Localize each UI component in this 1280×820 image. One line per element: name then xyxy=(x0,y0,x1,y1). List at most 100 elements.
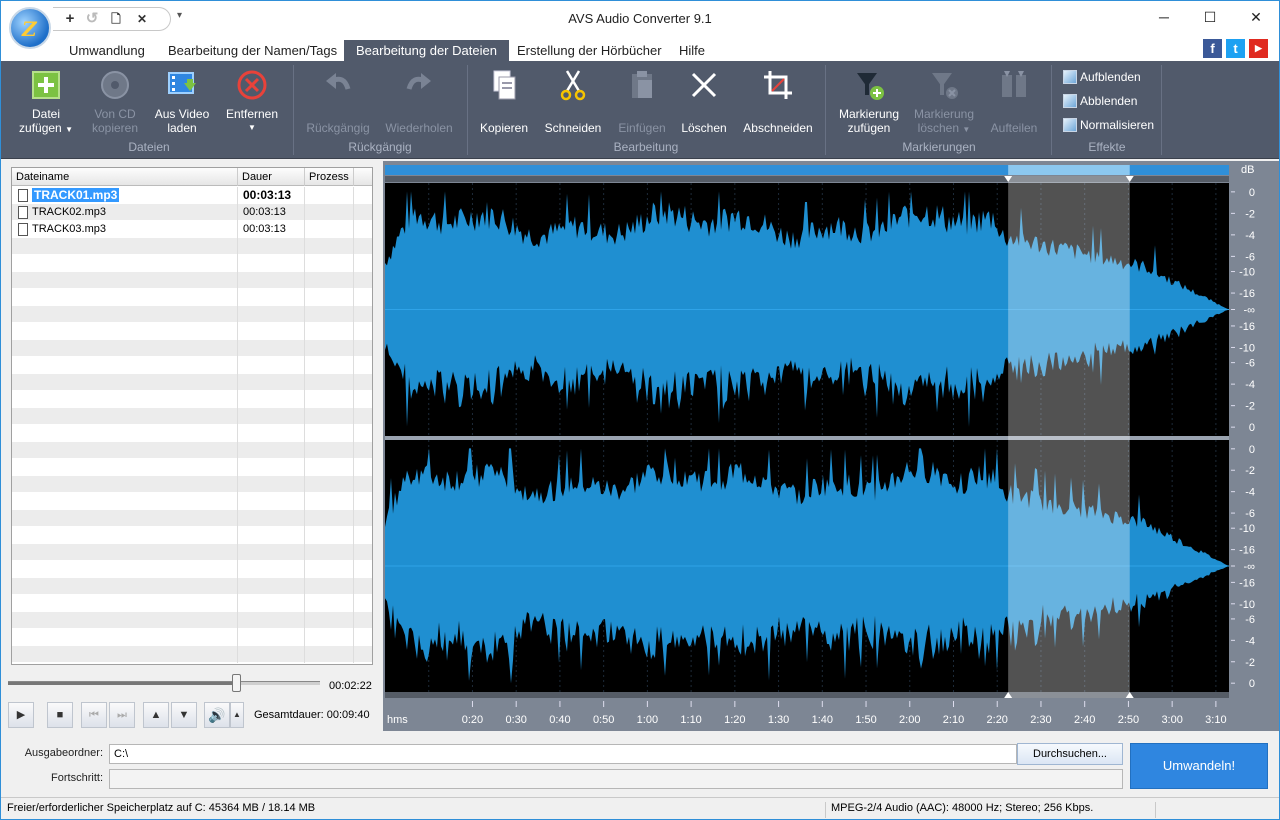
duration-cell: 00:03:13 xyxy=(238,221,305,238)
next-button[interactable]: ⏭ xyxy=(109,702,135,728)
time-tick-label: 3:10 xyxy=(1205,714,1226,726)
ribbon-separator xyxy=(293,65,294,155)
rueckgaengig-button[interactable]: Rückgängig xyxy=(303,69,373,135)
app-logo[interactable]: Z xyxy=(9,7,51,49)
table-row[interactable] xyxy=(12,544,372,561)
wiederholen-button[interactable]: Wiederholen xyxy=(381,69,457,135)
table-row[interactable] xyxy=(12,323,372,340)
table-row[interactable] xyxy=(12,425,372,442)
table-row[interactable]: TRACK01.mp3 00:03:13 xyxy=(12,187,372,204)
seek-slider[interactable] xyxy=(8,674,320,692)
markierung-loeschen-button[interactable]: Markierung löschen ▼ xyxy=(909,69,979,137)
column-header-progress[interactable]: Prozess xyxy=(305,168,354,186)
ribbon-separator xyxy=(467,65,468,155)
db-tick-label: 0 xyxy=(1249,678,1255,690)
datei-zufuegen-button[interactable]: Datei zufügen ▼ xyxy=(13,69,79,137)
fade-in-icon xyxy=(1063,70,1077,84)
table-row[interactable]: TRACK03.mp3 00:03:13 xyxy=(12,221,372,238)
table-row[interactable] xyxy=(12,493,372,510)
table-row[interactable] xyxy=(12,408,372,425)
twitter-icon[interactable]: t xyxy=(1226,39,1245,58)
waveform-canvas[interactable]: dB 0 -2 -4 -6 -10 -16 -∞ -16 -10 -6 -4 -2 0 0 -2 -4 -6 -10… xyxy=(383,161,1279,731)
normalisieren-button[interactable]: Normalisieren xyxy=(1063,116,1154,134)
previous-button[interactable]: ⏮ xyxy=(81,702,107,728)
table-row[interactable] xyxy=(12,442,372,459)
volume-more-button[interactable]: ▲ xyxy=(230,702,244,728)
abschneiden-button[interactable]: Abschneiden xyxy=(739,69,817,135)
file-list-rows: TRACK01.mp3 00:03:13 TRACK02.mp3 00:03:13 TR… xyxy=(12,187,372,663)
abblenden-button[interactable]: Abblenden xyxy=(1063,92,1137,110)
table-row[interactable] xyxy=(12,595,372,612)
output-folder-field[interactable]: C:\ xyxy=(109,744,1017,764)
table-row[interactable] xyxy=(12,391,372,408)
play-button[interactable]: ▶ xyxy=(8,702,34,728)
delete-x-icon xyxy=(688,69,720,101)
wiederholen-label: Wiederholen xyxy=(385,121,453,135)
table-row[interactable] xyxy=(12,527,372,544)
convert-button[interactable]: Umwandeln! xyxy=(1130,743,1268,789)
tab-namen-tags[interactable]: Bearbeitung der Namen/Tags xyxy=(156,40,349,61)
table-row[interactable] xyxy=(12,612,372,629)
volume-button[interactable]: 🔊 xyxy=(204,702,230,728)
close-button[interactable]: ✕ xyxy=(1233,1,1279,33)
table-row[interactable] xyxy=(12,476,372,493)
remove-icon xyxy=(236,69,268,101)
time-tick-label: 0:40 xyxy=(549,714,570,726)
einfuegen-button[interactable]: Einfügen xyxy=(613,69,671,135)
table-row[interactable] xyxy=(12,561,372,578)
selection-region xyxy=(1008,176,1130,698)
aus-video-button[interactable]: Aus Video laden xyxy=(151,69,213,135)
von-cd-button[interactable]: Von CD kopieren xyxy=(85,69,145,135)
column-header-name[interactable]: Dateiname xyxy=(12,168,238,186)
previous-icon: ⏮ xyxy=(89,709,99,721)
table-row[interactable] xyxy=(12,272,372,289)
chevron-down-icon: ▼ xyxy=(962,125,971,134)
move-up-button[interactable]: ▲ xyxy=(143,702,169,728)
db-tick-label: -10 xyxy=(1239,599,1255,611)
waveform-editor[interactable]: dB 0 -2 -4 -6 -10 -16 -∞ -16 -10 -6 -4 -2 0 0 -2 -4 -6 -10… xyxy=(383,161,1279,731)
table-row[interactable] xyxy=(12,340,372,357)
table-row[interactable] xyxy=(12,459,372,476)
table-row[interactable] xyxy=(12,646,372,663)
schneiden-button[interactable]: Schneiden xyxy=(541,69,605,135)
add-marker-icon xyxy=(853,69,885,101)
table-row[interactable] xyxy=(12,510,372,527)
aufteilen-button[interactable]: Aufteilen xyxy=(985,69,1043,135)
table-row[interactable] xyxy=(12,629,372,646)
table-row[interactable] xyxy=(12,255,372,272)
db-tick-label: -∞ xyxy=(1243,305,1255,317)
table-row[interactable] xyxy=(12,306,372,323)
move-down-button[interactable]: ▼ xyxy=(171,702,197,728)
youtube-icon[interactable]: ▶ xyxy=(1249,39,1268,58)
kopieren-button[interactable]: Kopieren xyxy=(475,69,533,135)
tab-bearbeitung-dateien[interactable]: Bearbeitung der Dateien xyxy=(344,40,509,61)
entfernen-button[interactable]: Entfernen ▼ xyxy=(219,69,285,135)
stop-button[interactable]: ■ xyxy=(47,702,73,728)
total-duration-value: 00:09:40 xyxy=(326,709,370,721)
progress-cell xyxy=(305,221,354,238)
table-row[interactable]: TRACK02.mp3 00:03:13 xyxy=(12,204,372,221)
file-name-cell xyxy=(12,595,238,612)
duration-cell xyxy=(238,544,305,561)
file-name-cell xyxy=(12,561,238,578)
table-row[interactable] xyxy=(12,374,372,391)
table-row[interactable] xyxy=(12,578,372,595)
table-row[interactable] xyxy=(12,357,372,374)
column-header-duration[interactable]: Dauer xyxy=(238,168,305,186)
tab-hoerbuecher[interactable]: Erstellung der Hörbücher xyxy=(505,40,674,61)
tab-hilfe[interactable]: Hilfe xyxy=(667,40,717,61)
facebook-icon[interactable]: f xyxy=(1203,39,1222,58)
table-row[interactable] xyxy=(12,238,372,255)
loeschen-button[interactable]: Löschen xyxy=(677,69,731,135)
von-cd-label-2: kopieren xyxy=(91,121,139,135)
tab-umwandlung[interactable]: Umwandlung xyxy=(57,40,157,61)
file-name-cell xyxy=(12,357,238,374)
seek-handle[interactable] xyxy=(231,674,241,692)
aufblenden-button[interactable]: Aufblenden xyxy=(1063,68,1141,86)
file-list[interactable]: Dateiname Dauer Prozess TRACK01.mp3 00:03… xyxy=(11,167,373,665)
table-row[interactable] xyxy=(12,289,372,306)
markierung-zufuegen-button[interactable]: Markierung zufügen xyxy=(835,69,903,135)
maximize-button[interactable]: ☐ xyxy=(1187,1,1233,33)
browse-button[interactable]: Durchsuchen... xyxy=(1017,743,1123,765)
minimize-button[interactable]: ─ xyxy=(1141,1,1187,33)
